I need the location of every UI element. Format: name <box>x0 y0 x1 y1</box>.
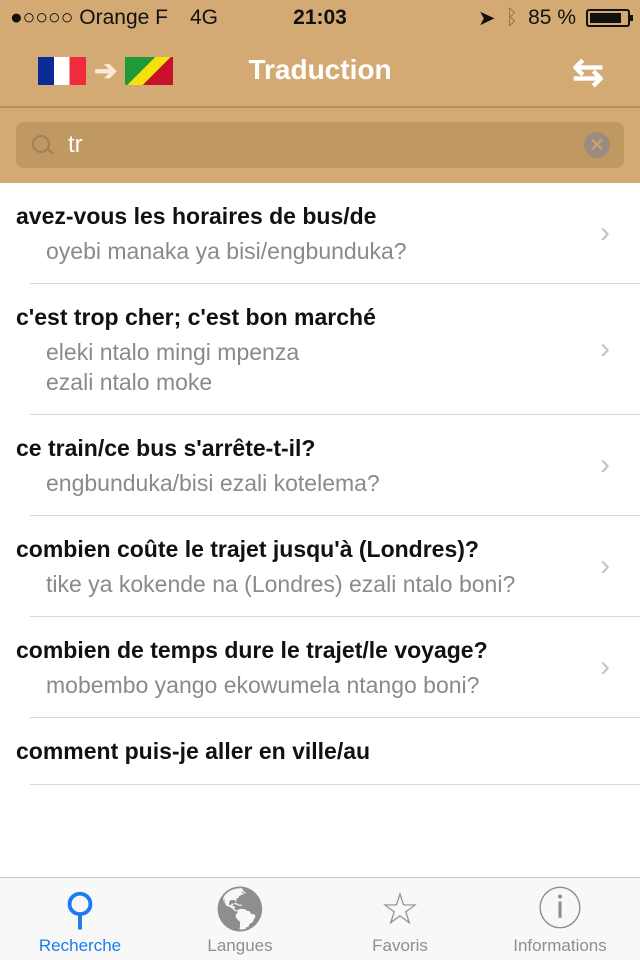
battery-icon <box>586 9 633 27</box>
chevron-right-icon: › <box>600 332 610 365</box>
list-item[interactable]: comment puis-je aller en ville/au <box>0 718 640 785</box>
tab-informations[interactable]: ⓘ Informations <box>480 878 640 960</box>
tab-label: Favoris <box>372 936 428 955</box>
globe-icon: 🌎︎ <box>212 885 268 934</box>
tab-label: Informations <box>513 936 607 955</box>
nav-bar: ➔ Traduction ⇆ <box>0 36 640 108</box>
chevron-right-icon: › <box>600 650 610 683</box>
header: ●○○○○ Orange F 4G 21:03 ➤ ᛒ 85 % ➔ Tradu… <box>0 0 640 183</box>
swap-arrows-icon[interactable]: ⇆ <box>572 50 604 95</box>
search-icon <box>30 133 54 157</box>
tab-bar: ⚲ Recherche 🌎︎ Langues ☆ Favoris ⓘ Informati… <box>0 877 640 960</box>
chevron-right-icon: › <box>600 216 610 249</box>
bluetooth-icon: ᛒ <box>505 6 519 29</box>
tab-recherche[interactable]: ⚲ Recherche <box>0 878 160 960</box>
tab-label: Recherche <box>38 936 122 955</box>
translation: oyebi manaka ya bisi/engbunduka? <box>46 238 407 264</box>
carrier: ●○○○○ Orange F <box>10 6 168 29</box>
network: 4G <box>189 6 218 29</box>
translation: tike ya kokende na (Londres) ezali ntalo… <box>46 571 516 597</box>
star-icon: ☆ <box>380 885 420 934</box>
battery-percent: 85 % <box>528 6 576 29</box>
location-icon: ➤ <box>477 6 496 30</box>
results-list[interactable]: avez-vous les horaires de bus/de oyebi ma… <box>0 183 640 877</box>
chevron-right-icon: › <box>600 448 610 481</box>
list-item[interactable]: combien coûte le trajet jusqu'à (Londres… <box>0 516 640 617</box>
list-item[interactable]: ce train/ce bus s'arrête-t-il? engbunduka… <box>0 415 640 516</box>
list-item[interactable]: combien de temps dure le trajet/le voyag… <box>0 617 640 718</box>
search-icon: ⚲ <box>63 885 97 934</box>
list-item[interactable]: avez-vous les horaires de bus/de oyebi ma… <box>0 183 640 284</box>
tab-label: Langues <box>207 936 273 955</box>
french-phrase: c'est trop cher; c'est bon marché <box>16 304 376 330</box>
search-input[interactable] <box>68 131 584 159</box>
french-phrase: ce train/ce bus s'arrête-t-il? <box>16 435 316 461</box>
search-bar: ✕ <box>16 122 624 168</box>
translation: mobembo yango ekowumela ntango boni? <box>46 672 480 698</box>
french-phrase: comment puis-je aller en ville/au <box>16 738 371 764</box>
list-item[interactable]: c'est trop cher; c'est bon marché eleki n… <box>0 284 640 415</box>
translation: engbunduka/bisi ezali kotelema? <box>46 470 380 496</box>
french-phrase: combien de temps dure le trajet/le voyag… <box>16 637 488 663</box>
translation: eleki ntalo mingi mpenza ezali ntalo mok… <box>46 339 300 395</box>
chevron-right-icon: › <box>600 549 610 582</box>
french-phrase: avez-vous les horaires de bus/de <box>16 203 377 229</box>
status-bar: ●○○○○ Orange F 4G 21:03 ➤ ᛒ 85 % <box>0 0 640 36</box>
french-phrase: combien coûte le trajet jusqu'à (Londres… <box>16 536 479 562</box>
page-title: Traduction <box>248 54 392 85</box>
tab-favoris[interactable]: ☆ Favoris <box>320 878 480 960</box>
clear-icon[interactable]: ✕ <box>584 132 610 158</box>
info-icon: ⓘ <box>538 885 582 934</box>
tab-langues[interactable]: 🌎︎ Langues <box>160 878 320 960</box>
